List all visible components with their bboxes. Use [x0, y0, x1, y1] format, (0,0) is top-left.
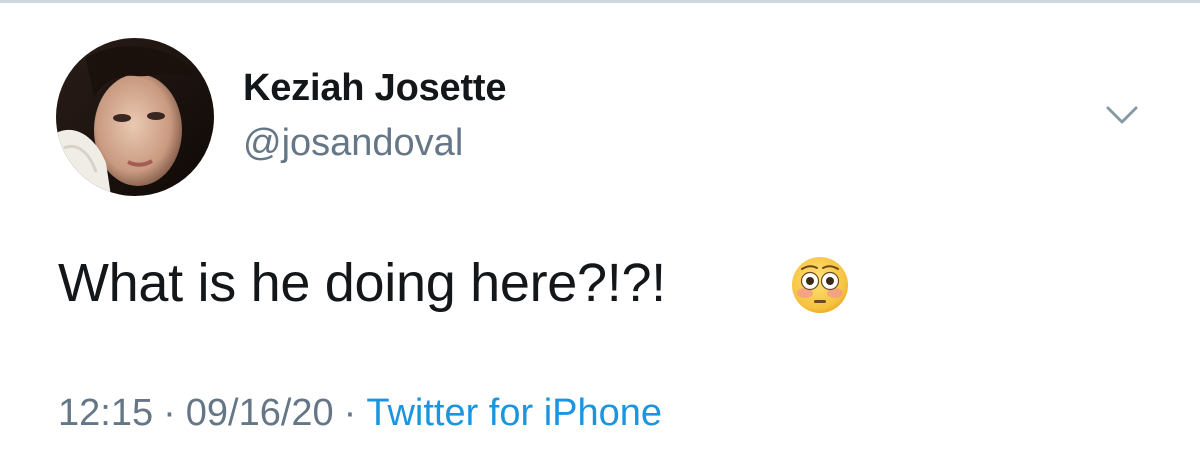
meta-separator: · — [343, 392, 357, 434]
avatar-photo — [56, 38, 214, 196]
meta-separator: · — [163, 392, 176, 434]
tweet-time: 12:15 — [58, 392, 154, 434]
tweet-text: What is he doing here?!?! — [58, 253, 666, 313]
tweet-card: Keziah Josette @josandoval What is he do… — [0, 0, 1200, 475]
chevron-down-icon[interactable] — [1100, 100, 1144, 130]
display-name[interactable]: Keziah Josette — [243, 67, 506, 110]
user-handle[interactable]: @josandoval — [243, 122, 463, 165]
tweet-meta: 12:15 · 09/16/20 · Twitter for iPhone — [58, 392, 662, 435]
tweet-date: 09/16/20 — [185, 392, 334, 434]
tweet-source-link[interactable]: Twitter for iPhone — [366, 392, 662, 434]
avatar[interactable] — [56, 38, 214, 196]
flushed-face-icon — [790, 255, 850, 315]
